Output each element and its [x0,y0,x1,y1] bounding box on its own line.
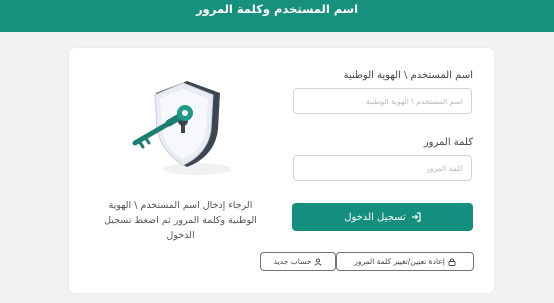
username-label: اسم المستخدم \ الهوية الوطنية [343,70,473,81]
reset-password-label: إعادة تعيين/تغيير كلمة المرور [354,257,445,266]
lock-icon [448,257,456,266]
login-button-label: تسجيل الدخول [344,211,406,223]
username-input[interactable] [293,88,472,114]
new-account-button[interactable]: حساب جديد [260,252,336,271]
login-arrow-icon [411,212,421,222]
top-header-bar: اسم المستخدم وكلمة المرور [0,0,554,32]
shield-key-illustration [132,81,231,175]
password-label: كلمة المرور [423,137,473,148]
new-account-label: حساب جديد [273,257,312,266]
page-title: اسم المستخدم وكلمة المرور [195,2,359,16]
password-input[interactable] [293,155,472,181]
instruction-text: الرجاء إدخال اسم المستخدم \ الهوية الوطن… [104,200,257,241]
reset-password-button[interactable]: إعادة تعيين/تغيير كلمة المرور [336,252,474,271]
login-button[interactable]: تسجيل الدخول [292,203,473,231]
user-icon [314,257,322,266]
